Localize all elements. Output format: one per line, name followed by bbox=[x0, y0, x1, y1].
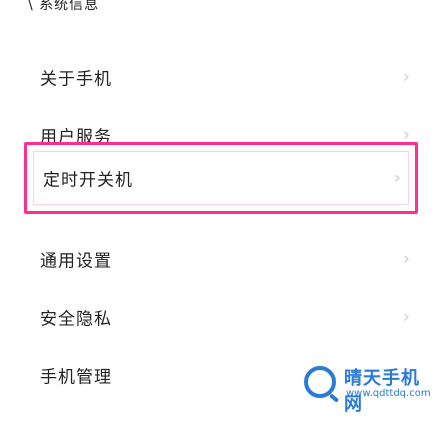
menu-item-label: 安全隐私 bbox=[40, 309, 112, 330]
chevron-right-icon: › bbox=[402, 306, 410, 328]
top-strip: \ 系统信息 bbox=[0, 0, 442, 16]
chevron-right-icon: › bbox=[393, 167, 401, 189]
menu-item-about-phone[interactable]: 关于手机 › bbox=[0, 48, 442, 106]
menu-item-label: 定时开关机 bbox=[43, 170, 133, 191]
menu-item-security-privacy[interactable]: 安全隐私 › bbox=[0, 288, 442, 346]
watermark-url: www.qdttdq.com bbox=[346, 388, 431, 399]
menu-item-label: 关于手机 bbox=[40, 69, 112, 90]
watermark: 晴天手机网 www.qdttdq.com bbox=[304, 362, 434, 415]
menu-item-label: 手机管理 bbox=[40, 367, 112, 388]
chevron-right-icon: › bbox=[402, 248, 410, 270]
chevron-right-icon: › bbox=[402, 66, 410, 88]
menu-item-general-settings[interactable]: 通用设置 › bbox=[0, 230, 442, 288]
header-partial-text: \ 系统信息 bbox=[28, 0, 100, 13]
menu-item-label: 通用设置 bbox=[40, 251, 112, 272]
watermark-q-logo-icon bbox=[304, 366, 336, 398]
menu-item-scheduled-power[interactable]: 定时开关机 › bbox=[24, 142, 418, 214]
